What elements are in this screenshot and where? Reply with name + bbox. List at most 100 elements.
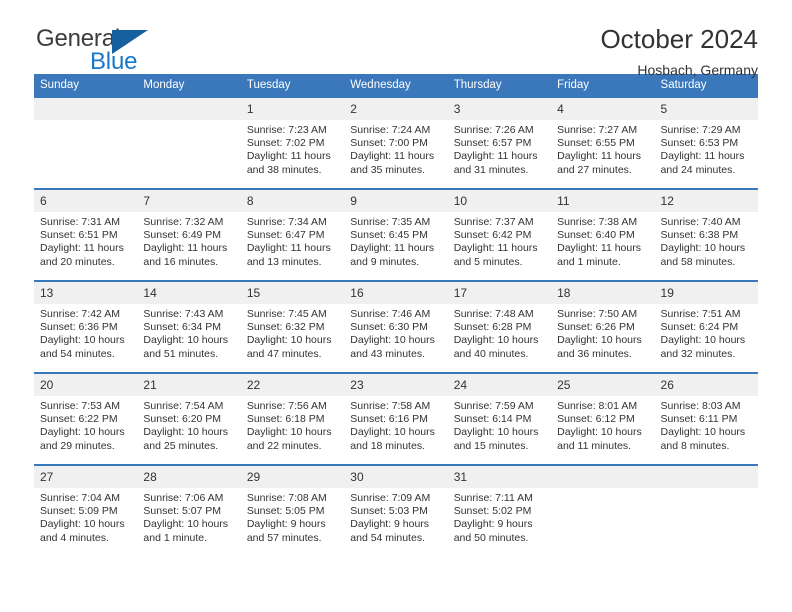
calendar-day-cell[interactable]: 10 Sunrise: 7:37 AM Sunset: 6:42 PM Dayligh… [447, 189, 552, 282]
day-number: 1 [240, 98, 345, 120]
day-cell-inner: 18 Sunrise: 7:50 AM Sunset: 6:26 PM Dayligh… [551, 282, 655, 372]
daylight-text-line2: and 58 minutes. [660, 255, 736, 268]
day-number [551, 466, 655, 488]
calendar-day-cell[interactable]: 19 Sunrise: 7:51 AM Sunset: 6:24 PM Dayligh… [654, 281, 758, 374]
sunrise-text: Sunrise: 7:46 AM [350, 308, 431, 320]
sunset-text: Sunset: 6:28 PM [453, 321, 532, 334]
daylight-text-line1: Daylight: 11 hours [660, 150, 745, 163]
calendar-day-cell[interactable]: 30 Sunrise: 7:09 AM Sunset: 5:03 PM Dayligh… [344, 465, 448, 556]
sunset-text: Sunset: 6:24 PM [660, 321, 739, 334]
day-number: 15 [240, 282, 345, 304]
calendar-day-cell[interactable]: 3 Sunrise: 7:26 AM Sunset: 6:57 PM Daylight… [447, 98, 552, 190]
daylight-text-line2: and 24 minutes. [660, 163, 736, 176]
title-block: October 2024 Hosbach, Germany [600, 24, 758, 80]
day-cell-inner: 26 Sunrise: 8:03 AM Sunset: 6:11 PM Dayligh… [654, 374, 758, 464]
calendar-day-cell[interactable]: 2 Sunrise: 7:24 AM Sunset: 7:00 PM Daylight… [344, 98, 448, 190]
day-number: 8 [240, 190, 345, 212]
sunrise-text: Sunrise: 7:42 AM [40, 308, 120, 320]
day-number: 20 [34, 374, 138, 396]
day-number: 24 [447, 374, 552, 396]
calendar-day-cell[interactable]: 12 Sunrise: 7:40 AM Sunset: 6:38 PM Dayligh… [654, 189, 758, 282]
calendar-day-cell[interactable]: 28 Sunrise: 7:06 AM Sunset: 5:07 PM Dayligh… [137, 465, 241, 556]
daylight-text-line2: and 4 minutes. [40, 531, 109, 544]
calendar-week-row: 27 Sunrise: 7:04 AM Sunset: 5:09 PM Dayligh… [34, 465, 758, 556]
calendar-day-cell[interactable]: 21 Sunrise: 7:54 AM Sunset: 6:20 PM Dayligh… [137, 373, 241, 466]
day-sun-details: Sunrise: 7:09 AM Sunset: 5:03 PM Daylight:… [344, 488, 447, 545]
day-sun-details: Sunrise: 7:51 AM Sunset: 6:24 PM Daylight:… [655, 304, 758, 361]
day-number: 27 [34, 466, 138, 488]
day-cell-inner: 13 Sunrise: 7:42 AM Sunset: 6:36 PM Dayligh… [34, 282, 138, 372]
sunrise-text: Sunrise: 7:26 AM [453, 124, 534, 136]
day-sun-details: Sunrise: 7:50 AM Sunset: 6:26 PM Daylight:… [551, 304, 654, 361]
calendar-day-cell[interactable]: 29 Sunrise: 7:08 AM Sunset: 5:05 PM Dayligh… [240, 465, 345, 556]
calendar-day-cell[interactable]: 5 Sunrise: 7:29 AM Sunset: 6:53 PM Daylight… [654, 98, 758, 190]
calendar-day-cell[interactable]: 17 Sunrise: 7:48 AM Sunset: 6:28 PM Dayligh… [447, 281, 552, 374]
daylight-text-line1: Daylight: 11 hours [453, 242, 538, 255]
day-sun-details: Sunrise: 7:24 AM Sunset: 7:00 PM Daylight:… [344, 120, 447, 177]
day-number: 18 [551, 282, 655, 304]
sunrise-text: Sunrise: 7:23 AM [246, 124, 327, 136]
daylight-text-line1: Daylight: 10 hours [350, 334, 435, 347]
day-cell-inner: 12 Sunrise: 7:40 AM Sunset: 6:38 PM Dayligh… [654, 190, 758, 280]
day-sun-details: Sunrise: 7:46 AM Sunset: 6:30 PM Daylight:… [344, 304, 447, 361]
calendar-day-cell[interactable]: 14 Sunrise: 7:43 AM Sunset: 6:34 PM Dayligh… [137, 281, 241, 374]
daylight-text-line1: Daylight: 11 hours [557, 150, 641, 163]
sunrise-text: Sunrise: 7:29 AM [660, 124, 741, 136]
calendar-day-cell[interactable]: 6 Sunrise: 7:31 AM Sunset: 6:51 PM Daylight… [34, 189, 138, 282]
sunset-text: Sunset: 6:30 PM [350, 321, 428, 334]
sunrise-text: Sunrise: 7:06 AM [143, 492, 224, 504]
calendar-day-cell[interactable]: 24 Sunrise: 7:59 AM Sunset: 6:14 PM Dayligh… [447, 373, 552, 466]
daylight-text-line2: and 18 minutes. [350, 439, 425, 452]
calendar-day-cell[interactable]: 8 Sunrise: 7:34 AM Sunset: 6:47 PM Daylight… [240, 189, 345, 282]
calendar-day-cell[interactable]: 18 Sunrise: 7:50 AM Sunset: 6:26 PM Dayligh… [551, 281, 655, 374]
daylight-text-line1: Daylight: 11 hours [453, 150, 538, 163]
calendar-day-cell[interactable]: 15 Sunrise: 7:45 AM Sunset: 6:32 PM Dayligh… [240, 281, 345, 374]
day-number: 21 [137, 374, 241, 396]
calendar-day-cell[interactable]: 20 Sunrise: 7:53 AM Sunset: 6:22 PM Dayligh… [34, 373, 138, 466]
day-sun-details: Sunrise: 7:56 AM Sunset: 6:18 PM Daylight:… [241, 396, 344, 453]
sunrise-text: Sunrise: 7:56 AM [246, 400, 327, 412]
sunset-text: Sunset: 6:26 PM [557, 321, 635, 334]
day-cell-inner: 28 Sunrise: 7:06 AM Sunset: 5:07 PM Dayligh… [137, 466, 241, 556]
daylight-text-line1: Daylight: 11 hours [40, 242, 124, 255]
calendar-day-cell[interactable]: 16 Sunrise: 7:46 AM Sunset: 6:30 PM Dayligh… [344, 281, 448, 374]
calendar-day-cell[interactable]: 23 Sunrise: 7:58 AM Sunset: 6:16 PM Dayligh… [344, 373, 448, 466]
daylight-text-line2: and 20 minutes. [40, 255, 115, 268]
day-number: 13 [34, 282, 138, 304]
day-cell-inner: 22 Sunrise: 7:56 AM Sunset: 6:18 PM Dayligh… [240, 374, 345, 464]
calendar-day-cell[interactable]: 9 Sunrise: 7:35 AM Sunset: 6:45 PM Daylight… [344, 189, 448, 282]
calendar-day-cell[interactable]: 13 Sunrise: 7:42 AM Sunset: 6:36 PM Dayligh… [34, 281, 138, 374]
calendar-week-row: 20 Sunrise: 7:53 AM Sunset: 6:22 PM Dayligh… [34, 373, 758, 466]
daylight-text-line1: Daylight: 10 hours [660, 242, 746, 255]
sunrise-text: Sunrise: 7:53 AM [40, 400, 120, 412]
sunrise-text: Sunrise: 7:45 AM [246, 308, 327, 320]
calendar-day-cell[interactable]: 27 Sunrise: 7:04 AM Sunset: 5:09 PM Dayligh… [34, 465, 138, 556]
calendar-day-cell-empty [551, 465, 655, 556]
logo-text-blue: Blue [90, 48, 138, 75]
page-header: General Blue October 2024 Hosbach, Germa… [34, 0, 758, 78]
daylight-text-line1: Daylight: 11 hours [350, 242, 435, 255]
calendar-day-cell[interactable]: 26 Sunrise: 8:03 AM Sunset: 6:11 PM Dayligh… [654, 373, 758, 466]
day-sun-details: Sunrise: 7:45 AM Sunset: 6:32 PM Daylight:… [241, 304, 344, 361]
calendar-day-cell[interactable]: 1 Sunrise: 7:23 AM Sunset: 7:02 PM Daylight… [240, 98, 345, 190]
daylight-text-line2: and 8 minutes. [660, 439, 730, 452]
sunrise-text: Sunrise: 7:51 AM [660, 308, 741, 320]
daylight-text-line2: and 22 minutes. [246, 439, 322, 452]
calendar-day-cell[interactable]: 31 Sunrise: 7:11 AM Sunset: 5:02 PM Dayligh… [447, 465, 552, 556]
general-blue-logo[interactable]: General Blue [34, 26, 234, 78]
day-number [654, 466, 758, 488]
day-number: 11 [551, 190, 655, 212]
sunset-text: Sunset: 6:49 PM [143, 229, 222, 242]
day-sun-details [551, 488, 654, 492]
calendar-day-cell[interactable]: 11 Sunrise: 7:38 AM Sunset: 6:40 PM Dayligh… [551, 189, 655, 282]
day-number: 6 [34, 190, 138, 212]
calendar-day-cell[interactable]: 22 Sunrise: 7:56 AM Sunset: 6:18 PM Dayligh… [240, 373, 345, 466]
daylight-text-line2: and 35 minutes. [350, 163, 425, 176]
daylight-text-line2: and 51 minutes. [143, 347, 219, 360]
sunset-text: Sunset: 6:16 PM [350, 413, 428, 426]
calendar-day-cell[interactable]: 4 Sunrise: 7:27 AM Sunset: 6:55 PM Daylight… [551, 98, 655, 190]
daylight-text-line1: Daylight: 10 hours [557, 334, 642, 347]
day-number: 23 [344, 374, 448, 396]
calendar-day-cell[interactable]: 7 Sunrise: 7:32 AM Sunset: 6:49 PM Daylight… [137, 189, 241, 282]
calendar-day-cell[interactable]: 25 Sunrise: 8:01 AM Sunset: 6:12 PM Dayligh… [551, 373, 655, 466]
